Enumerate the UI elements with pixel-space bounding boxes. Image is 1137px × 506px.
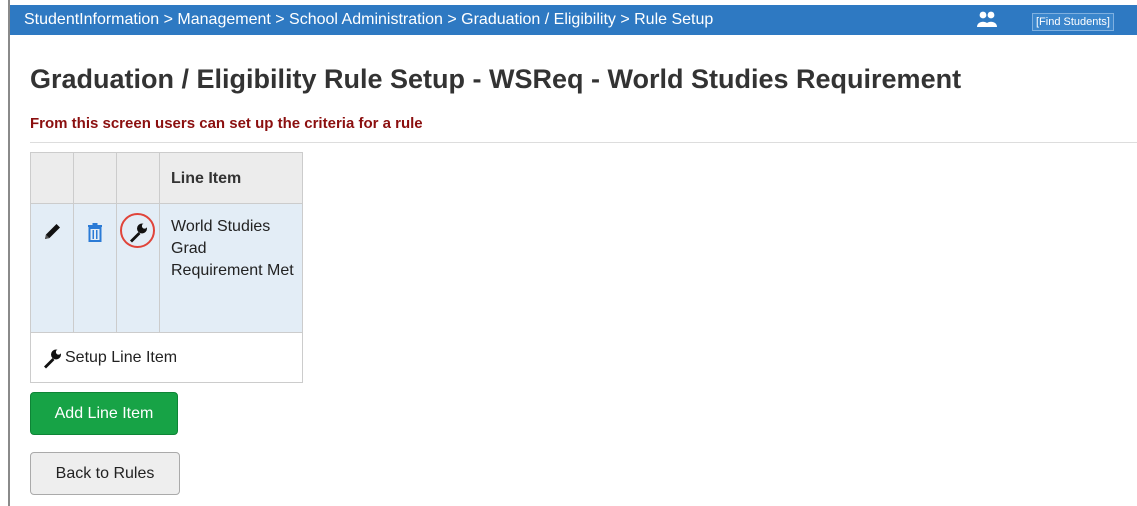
header-cell-delete xyxy=(74,153,117,203)
people-icon[interactable] xyxy=(976,10,998,30)
top-nav-bar: StudentInformation > Management > School… xyxy=(10,5,1137,35)
wrench-icon xyxy=(44,348,62,368)
trash-icon[interactable] xyxy=(84,221,106,243)
grid-header-row: Line Item xyxy=(31,153,302,204)
back-to-rules-button[interactable]: Back to Rules xyxy=(30,452,180,495)
add-line-item-button[interactable]: Add Line Item xyxy=(30,392,178,435)
page-subtitle: From this screen users can set up the cr… xyxy=(30,115,423,132)
header-cell-edit xyxy=(31,153,74,203)
row-cell-delete xyxy=(74,204,117,332)
row-cell-edit xyxy=(31,204,74,332)
pencil-icon[interactable] xyxy=(41,221,63,243)
page-title: Graduation / Eligibility Rule Setup - WS… xyxy=(30,64,962,94)
line-item-grid: Line Item World Studies Grad Requirement… xyxy=(30,152,303,383)
divider xyxy=(30,142,1137,143)
left-border xyxy=(8,0,10,506)
table-row: World Studies Grad Requirement Met xyxy=(31,204,302,333)
header-cell-setup xyxy=(117,153,160,203)
wrench-icon[interactable] xyxy=(127,221,149,243)
column-header-line-item: Line Item xyxy=(171,170,242,187)
setup-line-item-label: Setup Line Item xyxy=(65,348,178,366)
line-item-name: World Studies Grad Requirement Met xyxy=(171,218,294,279)
setup-line-item-link[interactable]: Setup Line Item xyxy=(31,333,302,382)
row-cell-setup xyxy=(117,204,160,332)
breadcrumb[interactable]: StudentInformation > Management > School… xyxy=(24,11,713,29)
find-students-field[interactable]: [Find Students] xyxy=(1032,13,1114,31)
